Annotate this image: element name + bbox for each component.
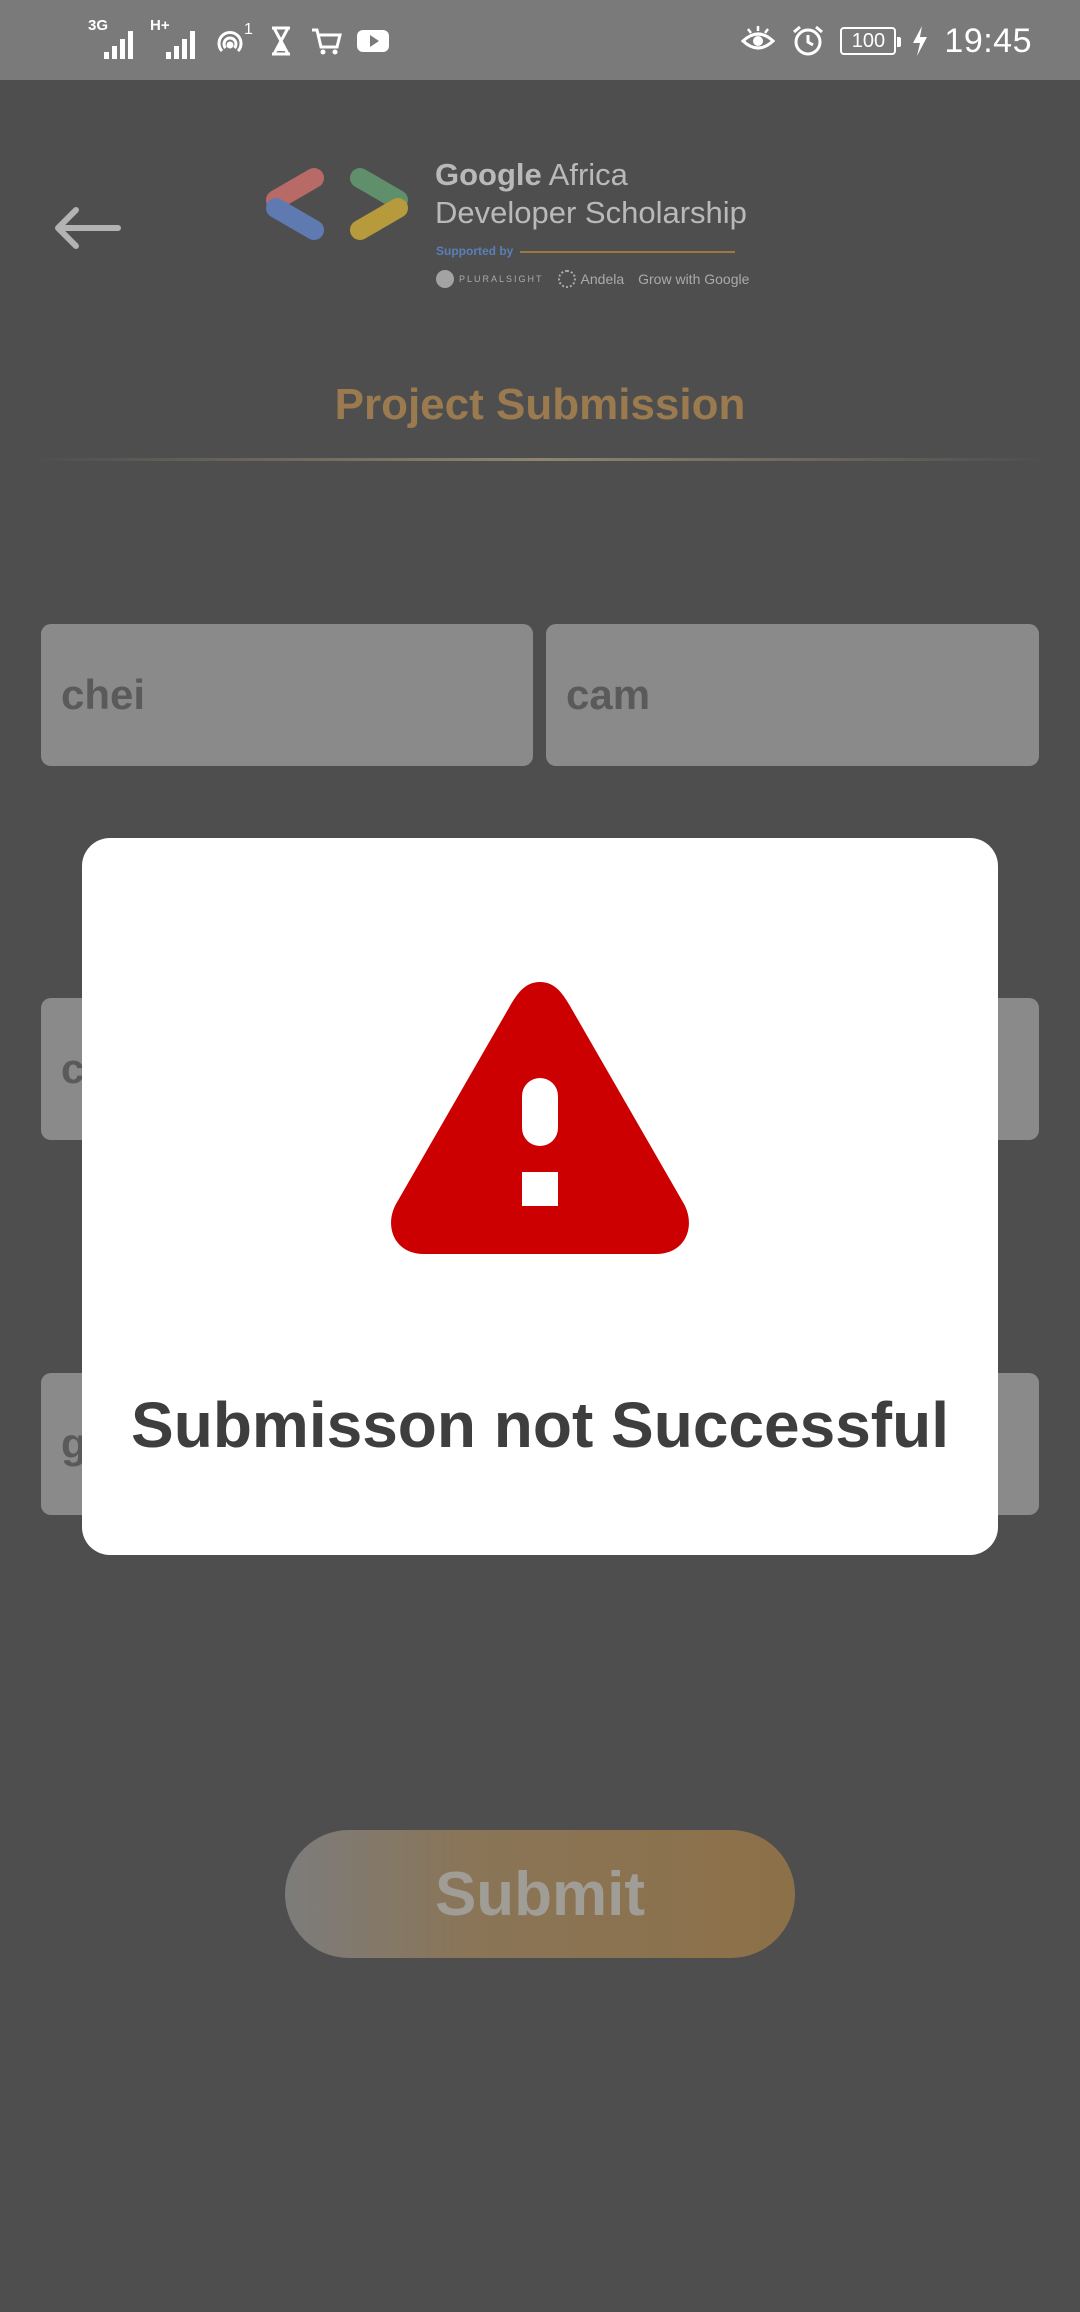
last-name-field[interactable]: cam <box>546 624 1039 766</box>
logo-region: Africa <box>541 157 628 192</box>
charging-icon <box>913 26 928 56</box>
google-developers-logo-icon <box>266 168 408 240</box>
partner-logos: PLURALSIGHT Andela Grow with Google <box>436 270 749 288</box>
logo-title: Google Africa Developer Scholarship <box>435 156 747 232</box>
signal-icon: H+ <box>150 17 202 61</box>
andela-icon <box>557 270 576 288</box>
title-divider <box>30 458 1050 461</box>
error-dialog[interactable]: Submisson not Successful <box>82 838 998 1555</box>
hotspot-icon <box>217 31 243 53</box>
back-button[interactable] <box>50 200 122 256</box>
hourglass-icon <box>271 26 290 56</box>
partner-andela: Andela <box>557 270 624 288</box>
arrow-left-icon <box>55 207 121 249</box>
youtube-icon <box>356 30 389 52</box>
hotspot-count: 1 <box>244 21 253 38</box>
status-right: 100 19:45 <box>740 18 1032 64</box>
screen: 3G H+ 1 100 19:45 Google Africa Develope… <box>0 0 1080 2312</box>
cart-icon <box>311 28 342 55</box>
battery-icon: 100 <box>840 27 902 55</box>
logo-brand: Google <box>435 157 542 192</box>
partner-pluralsight: PLURALSIGHT <box>436 270 544 288</box>
dialog-message: Submisson not Successful <box>131 1389 949 1461</box>
warning-icon <box>391 982 689 1254</box>
supported-by-label: Supported by <box>436 244 514 258</box>
alarm-icon <box>793 25 824 56</box>
first-name-field[interactable]: chei <box>41 624 533 766</box>
signal-icon: 3G <box>88 17 140 61</box>
status-left: 3G H+ 1 <box>88 17 391 64</box>
status-bar: 3G H+ 1 100 19:45 <box>0 0 1080 80</box>
battery-level: 100 <box>851 29 886 52</box>
pluralsight-icon <box>436 270 454 288</box>
page-title: Project Submission <box>334 380 746 429</box>
submit-button[interactable]: Submit <box>285 1830 795 1958</box>
logo-subtitle: Developer Scholarship <box>435 195 747 230</box>
clock: 19:45 <box>944 21 1032 60</box>
partner-google: Grow with Google <box>638 271 750 287</box>
eye-icon <box>741 26 776 50</box>
divider <box>520 251 735 253</box>
